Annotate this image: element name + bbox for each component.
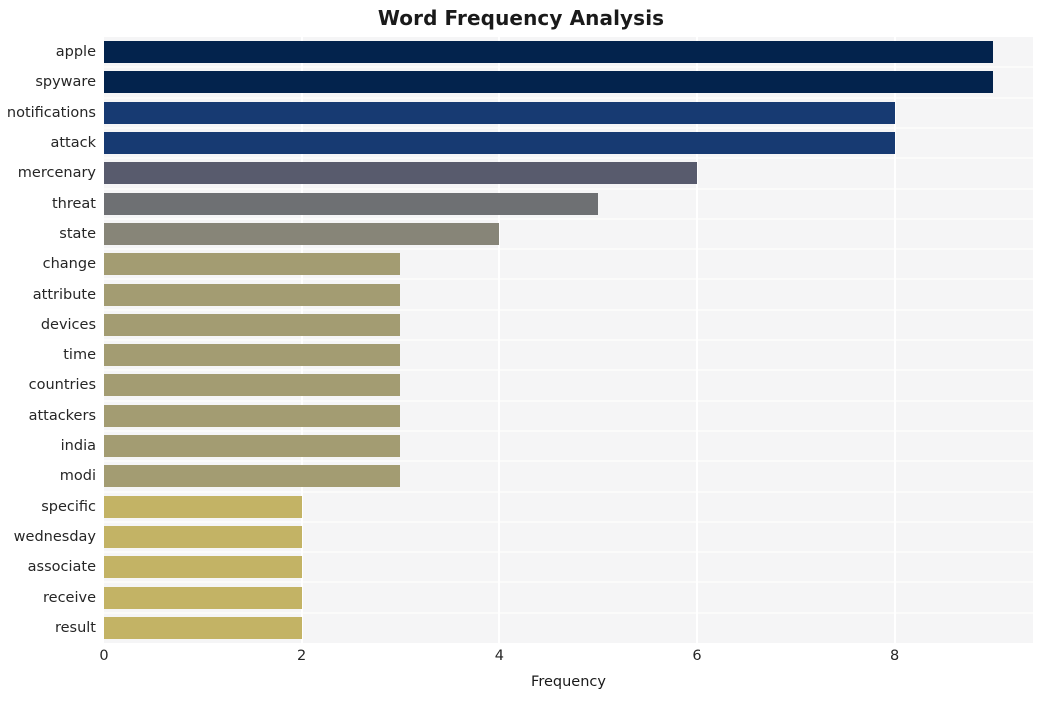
- y-axis-tick-label: receive: [43, 589, 96, 606]
- y-axis-tick-label: associate: [27, 559, 96, 576]
- gridline-vertical: [498, 37, 501, 643]
- bar: [104, 495, 302, 518]
- word-frequency-chart-figure: Word Frequency Analysis apple spyware noti…: [0, 0, 1042, 701]
- bar: [104, 525, 302, 548]
- y-axis-tick-label: change: [42, 256, 96, 273]
- bar: [104, 313, 401, 336]
- bar: [104, 71, 994, 94]
- y-axis-tick-label: attackers: [28, 407, 96, 424]
- bar: [104, 374, 401, 397]
- y-axis-tick-label: attribute: [32, 286, 96, 303]
- y-axis-tick-label: attack: [50, 135, 96, 152]
- gridline-vertical: [893, 37, 896, 643]
- bar: [104, 465, 401, 488]
- x-axis-tick-labels: 0 2 4 6 8: [0, 648, 1042, 670]
- bar: [104, 101, 895, 124]
- y-axis-tick-label: countries: [28, 377, 96, 394]
- bar: [104, 162, 697, 185]
- chart-title: Word Frequency Analysis: [377, 6, 665, 30]
- y-axis-tick-label: state: [59, 225, 96, 242]
- gridline-vertical: [695, 37, 698, 643]
- bar: [104, 283, 401, 306]
- x-axis-tick-label: 2: [297, 648, 307, 664]
- y-axis-tick-label: apple: [55, 44, 96, 61]
- y-axis-tick-labels: apple spyware notifications attack mercenary…: [0, 37, 96, 643]
- bar: [104, 556, 302, 579]
- y-axis-tick-label: specific: [41, 498, 96, 515]
- bar: [104, 132, 895, 155]
- bar: [104, 435, 401, 458]
- y-axis-tick-label: notifications: [6, 104, 96, 121]
- bar: [104, 222, 500, 245]
- x-axis-title: Frequency: [531, 674, 606, 690]
- y-axis-tick-label: devices: [40, 316, 96, 333]
- bar: [104, 586, 302, 609]
- y-axis-tick-label: result: [54, 619, 96, 636]
- x-axis-tick-label: 4: [494, 648, 504, 664]
- bar: [104, 404, 401, 427]
- y-axis-tick-label: spyware: [35, 74, 96, 91]
- bar: [104, 41, 994, 64]
- plot-area: [104, 37, 1033, 643]
- bar: [104, 344, 401, 367]
- x-axis-tick-label: 8: [890, 648, 900, 664]
- x-axis-tick-label: 6: [692, 648, 702, 664]
- y-axis-tick-label: time: [63, 347, 96, 364]
- y-axis-tick-label: threat: [51, 195, 96, 212]
- y-axis-tick-label: india: [60, 438, 96, 455]
- gridline-vertical: [300, 37, 303, 643]
- bar: [104, 616, 302, 639]
- bar: [104, 192, 599, 215]
- y-axis-tick-label: modi: [59, 468, 96, 485]
- y-axis-tick-label: mercenary: [17, 165, 96, 182]
- x-axis-tick-label: 0: [99, 648, 109, 664]
- y-axis-tick-label: wednesday: [13, 528, 96, 545]
- bar: [104, 253, 401, 276]
